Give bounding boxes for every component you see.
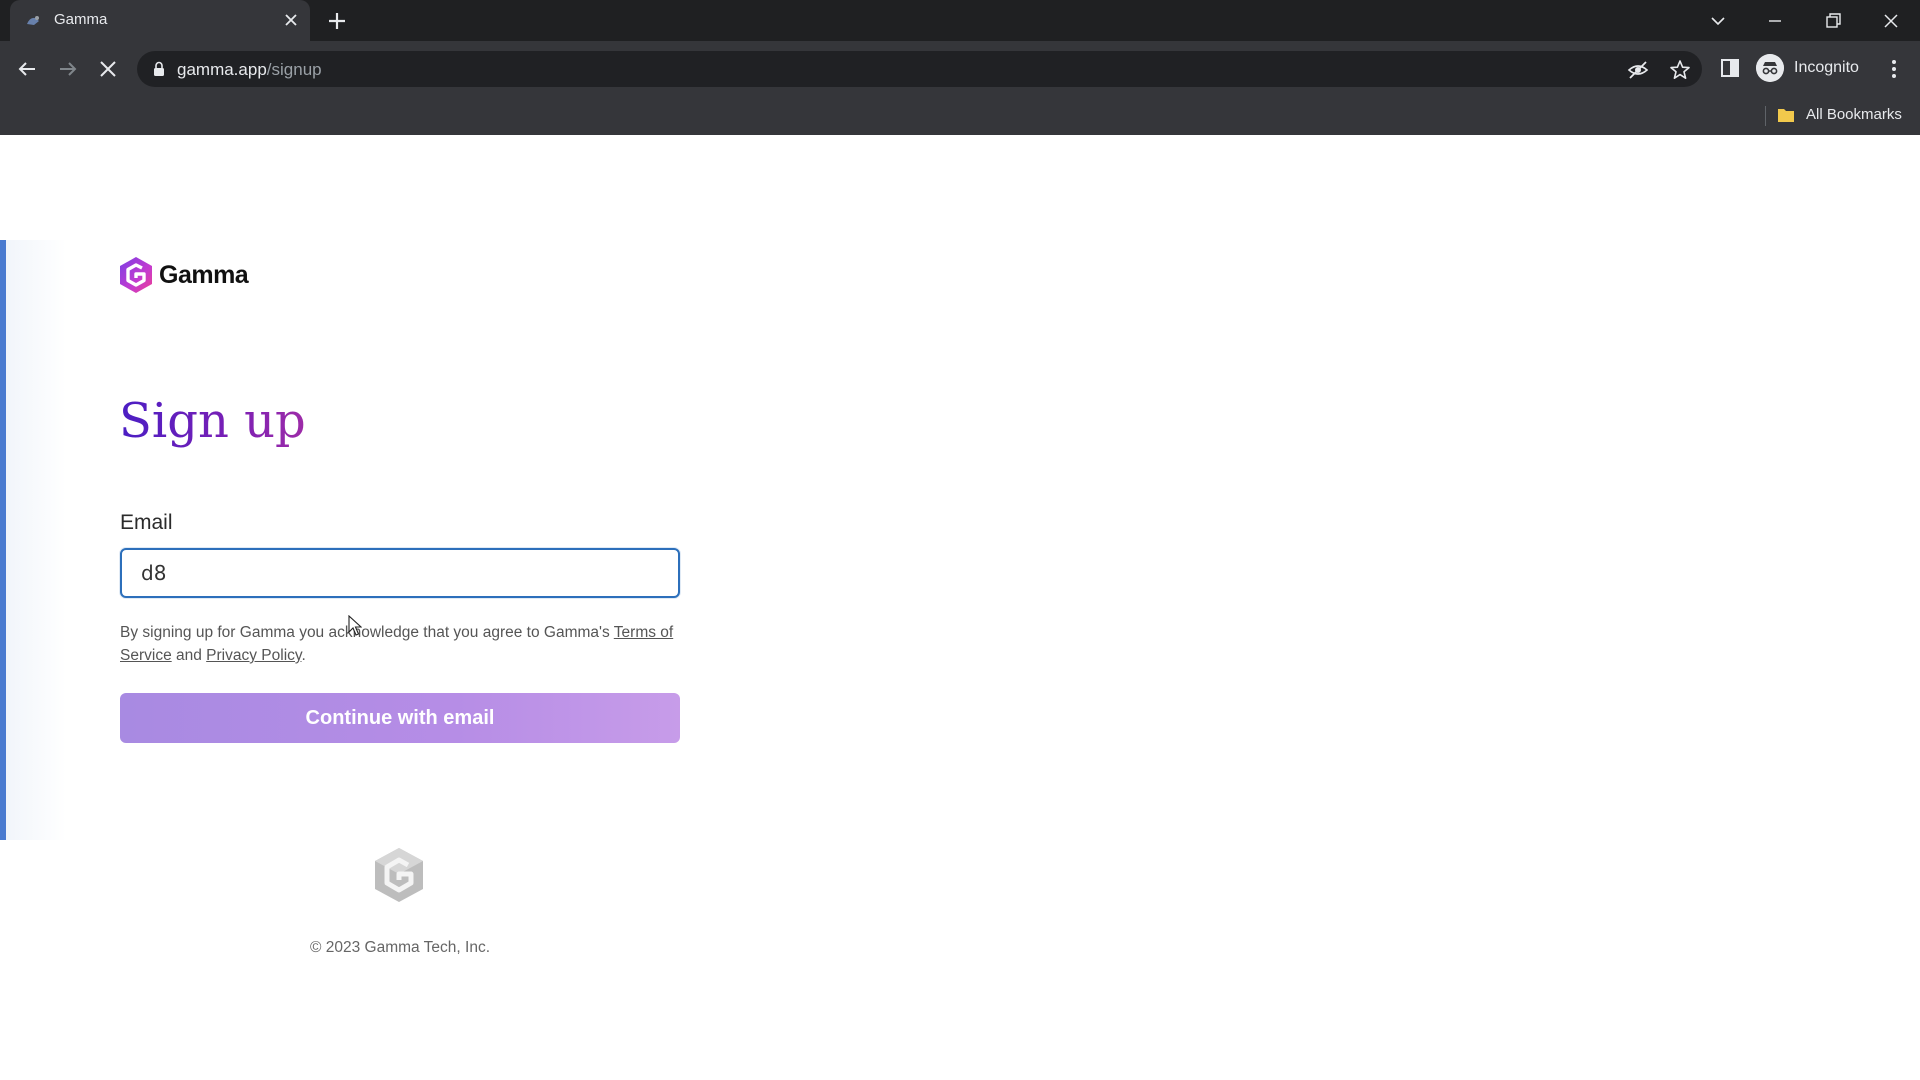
legal-and: and	[171, 647, 207, 664]
gamma-logo-icon	[120, 257, 152, 293]
more-vert-icon[interactable]	[1882, 55, 1906, 83]
folder-icon	[1778, 109, 1794, 122]
browser-tab[interactable]: Gamma	[10, 0, 310, 41]
lock-icon	[154, 61, 164, 76]
gamma-footer-logo-icon	[375, 848, 423, 902]
forward-arrow-icon[interactable]	[54, 55, 82, 83]
url-text: gamma.app/signup	[177, 60, 322, 79]
side-panel-icon[interactable]	[1717, 55, 1743, 81]
legal-prefix: By signing up for Gamma you acknowledge …	[120, 624, 614, 641]
profile-label: Incognito	[1794, 59, 1859, 76]
stop-loading-icon[interactable]	[94, 55, 122, 83]
close-icon[interactable]	[282, 11, 300, 29]
window-close-icon[interactable]	[1878, 8, 1904, 34]
favicon-icon	[27, 16, 39, 25]
minimize-icon[interactable]	[1762, 8, 1788, 34]
star-icon[interactable]	[1669, 59, 1691, 81]
email-label: Email	[120, 511, 173, 534]
continue-with-email-button[interactable]: Continue with email	[120, 693, 680, 743]
page-title: Sign up	[119, 393, 306, 449]
bookmarks-bar: All Bookmarks	[0, 97, 1920, 135]
left-accent-shade	[6, 240, 66, 840]
tab-strip: Gamma	[0, 0, 1920, 41]
eye-off-icon[interactable]	[1627, 59, 1649, 81]
tab-title: Gamma	[54, 11, 108, 28]
legal-notice: By signing up for Gamma you acknowledge …	[120, 621, 690, 667]
page-viewport: Gamma Sign up Email By signing up for Ga…	[0, 135, 1920, 1080]
restore-icon[interactable]	[1820, 8, 1846, 34]
bookmarks-separator	[1765, 106, 1766, 126]
browser-toolbar: gamma.app/signup Incognito	[0, 41, 1920, 97]
back-arrow-icon[interactable]	[13, 55, 41, 83]
cursor-icon	[348, 615, 362, 636]
address-bar[interactable]: gamma.app/signup	[137, 51, 1702, 87]
copyright-text: © 2023 Gamma Tech, Inc.	[310, 939, 490, 956]
plus-icon[interactable]	[326, 10, 348, 32]
email-field[interactable]	[120, 548, 680, 598]
incognito-icon	[1756, 54, 1784, 82]
chevron-down-icon[interactable]	[1705, 8, 1731, 34]
privacy-policy-link[interactable]: Privacy Policy	[206, 647, 301, 664]
legal-suffix: .	[301, 647, 306, 664]
all-bookmarks-link[interactable]: All Bookmarks	[1806, 106, 1902, 123]
logo-text: Gamma	[159, 261, 249, 289]
